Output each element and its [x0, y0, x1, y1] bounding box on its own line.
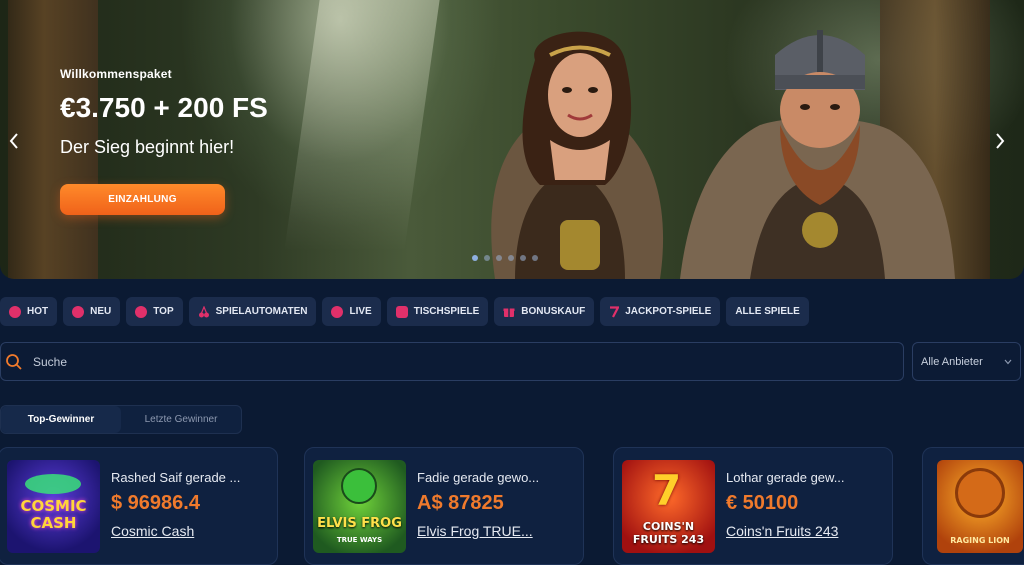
thumbnail-title: ELVIS FROG — [317, 516, 402, 531]
category-bar: HOT NEU TOP SPIELAUTOMATEN LIVE TISCHSPI… — [0, 297, 809, 326]
fire-icon — [9, 305, 21, 318]
carousel-dot[interactable] — [508, 255, 514, 261]
search-bar[interactable] — [0, 342, 904, 381]
category-label: TOP — [153, 306, 174, 317]
search-icon — [6, 353, 22, 370]
winner-card[interactable]: RAGING LION — [922, 447, 1024, 565]
winner-card[interactable]: 7 COINS'N FRUITS 243 Lothar gerade gew..… — [613, 447, 893, 565]
winner-amount: $ 96986.4 — [111, 492, 200, 514]
seven-icon — [610, 305, 620, 318]
carousel-prev-button[interactable] — [4, 126, 24, 156]
winner-amount: A$ 87825 — [417, 492, 504, 514]
game-link[interactable]: Coins'n Fruits 243 — [726, 523, 838, 539]
winner-amount: € 50100 — [726, 492, 799, 514]
thumbnail-subtitle: TRUE WAYS — [336, 536, 383, 544]
ufo-decoration — [25, 474, 81, 494]
hero-tagline: Der Sieg beginnt hier! — [60, 137, 235, 157]
game-thumbnail[interactable]: COSMIC CASH — [7, 460, 100, 553]
light-beam — [280, 0, 440, 279]
game-thumbnail[interactable]: RAGING LION — [937, 460, 1023, 553]
category-label: ALLE SPIELE — [735, 306, 800, 317]
category-top[interactable]: TOP — [126, 297, 183, 326]
thumbnail-title: COSMIC CASH — [20, 497, 87, 532]
category-alle-spiele[interactable]: ALLE SPIELE — [726, 297, 809, 326]
game-thumbnail[interactable]: ELVIS FROG TRUE WAYS — [313, 460, 406, 553]
warrior-woman-illustration — [491, 31, 664, 279]
search-input[interactable] — [33, 354, 893, 369]
category-tischspiele[interactable]: TISCHSPIELE — [386, 297, 489, 326]
top-icon — [135, 305, 148, 318]
game-link[interactable]: Elvis Frog TRUE... — [417, 523, 533, 539]
carousel-next-button[interactable] — [990, 126, 1010, 156]
chevron-right-icon — [996, 133, 1005, 149]
category-spielautomaten[interactable]: SPIELAUTOMATEN — [188, 297, 317, 326]
winner-name: Rashed Saif gerade ... — [111, 470, 241, 485]
carousel-dot[interactable] — [484, 255, 490, 261]
carousel-dot[interactable] — [520, 255, 526, 261]
category-label: JACKPOT-SPIELE — [625, 306, 712, 317]
tab-top-winners[interactable]: Top-Gewinner — [1, 406, 121, 433]
carousel-dot[interactable] — [496, 255, 502, 261]
gift-icon — [503, 308, 515, 317]
category-neu[interactable]: NEU — [63, 297, 121, 326]
category-label: SPIELAUTOMATEN — [215, 306, 308, 317]
carousel-dots — [472, 255, 538, 261]
hero-title: €3.750 + 200 FS — [60, 92, 268, 123]
winner-name: Fadie gerade gewo... — [417, 470, 540, 485]
game-link[interactable]: Cosmic Cash — [111, 523, 194, 539]
category-hot[interactable]: HOT — [0, 297, 58, 326]
carousel-dot[interactable] — [532, 255, 538, 261]
category-label: NEU — [90, 306, 112, 317]
thumbnail-title: RAGING LION — [950, 536, 1010, 545]
category-label: HOT — [27, 306, 49, 317]
winner-card[interactable]: COSMIC CASH Rashed Saif gerade ... $ 969… — [0, 447, 278, 565]
frog-decoration — [341, 468, 377, 504]
cherries-icon — [198, 305, 209, 317]
thumbnail-title: COINS'N FRUITS 243 — [632, 520, 705, 546]
category-label: LIVE — [349, 306, 372, 317]
live-icon — [331, 305, 344, 318]
category-jackpot-spiele[interactable]: JACKPOT-SPIELE — [600, 297, 721, 326]
chevron-down-icon — [1004, 359, 1012, 364]
winner-name: Lothar gerade gew... — [726, 470, 845, 485]
hero-banner[interactable]: Willkommenspaket €3.750 + 200 FS Der Sie… — [0, 0, 1024, 279]
seven-icon: 7 — [652, 466, 682, 515]
chevron-left-icon — [9, 133, 18, 149]
category-label: TISCHSPIELE — [413, 306, 480, 317]
category-live[interactable]: LIVE — [322, 297, 381, 326]
deposit-button[interactable]: EINZAHLUNG — [60, 184, 225, 215]
table-games-icon — [395, 305, 408, 318]
warrior-man-illustration — [680, 30, 955, 279]
new-icon — [72, 305, 85, 318]
carousel-dot[interactable] — [472, 255, 478, 261]
winner-card[interactable]: ELVIS FROG TRUE WAYS Fadie gerade gewo..… — [304, 447, 584, 565]
category-label: BONUSKAUF — [521, 306, 586, 317]
game-thumbnail[interactable]: 7 COINS'N FRUITS 243 — [622, 460, 715, 553]
category-bonuskauf[interactable]: BONUSKAUF — [494, 297, 595, 326]
tab-latest-winners[interactable]: Letzte Gewinner — [121, 406, 241, 433]
lion-icon — [955, 468, 1005, 518]
provider-select[interactable]: Alle Anbieter — [912, 342, 1021, 381]
winner-tabs: Top-Gewinner Letzte Gewinner — [0, 405, 242, 434]
hero-subtitle: Willkommenspaket — [60, 67, 172, 81]
provider-select-value: Alle Anbieter — [921, 355, 983, 368]
